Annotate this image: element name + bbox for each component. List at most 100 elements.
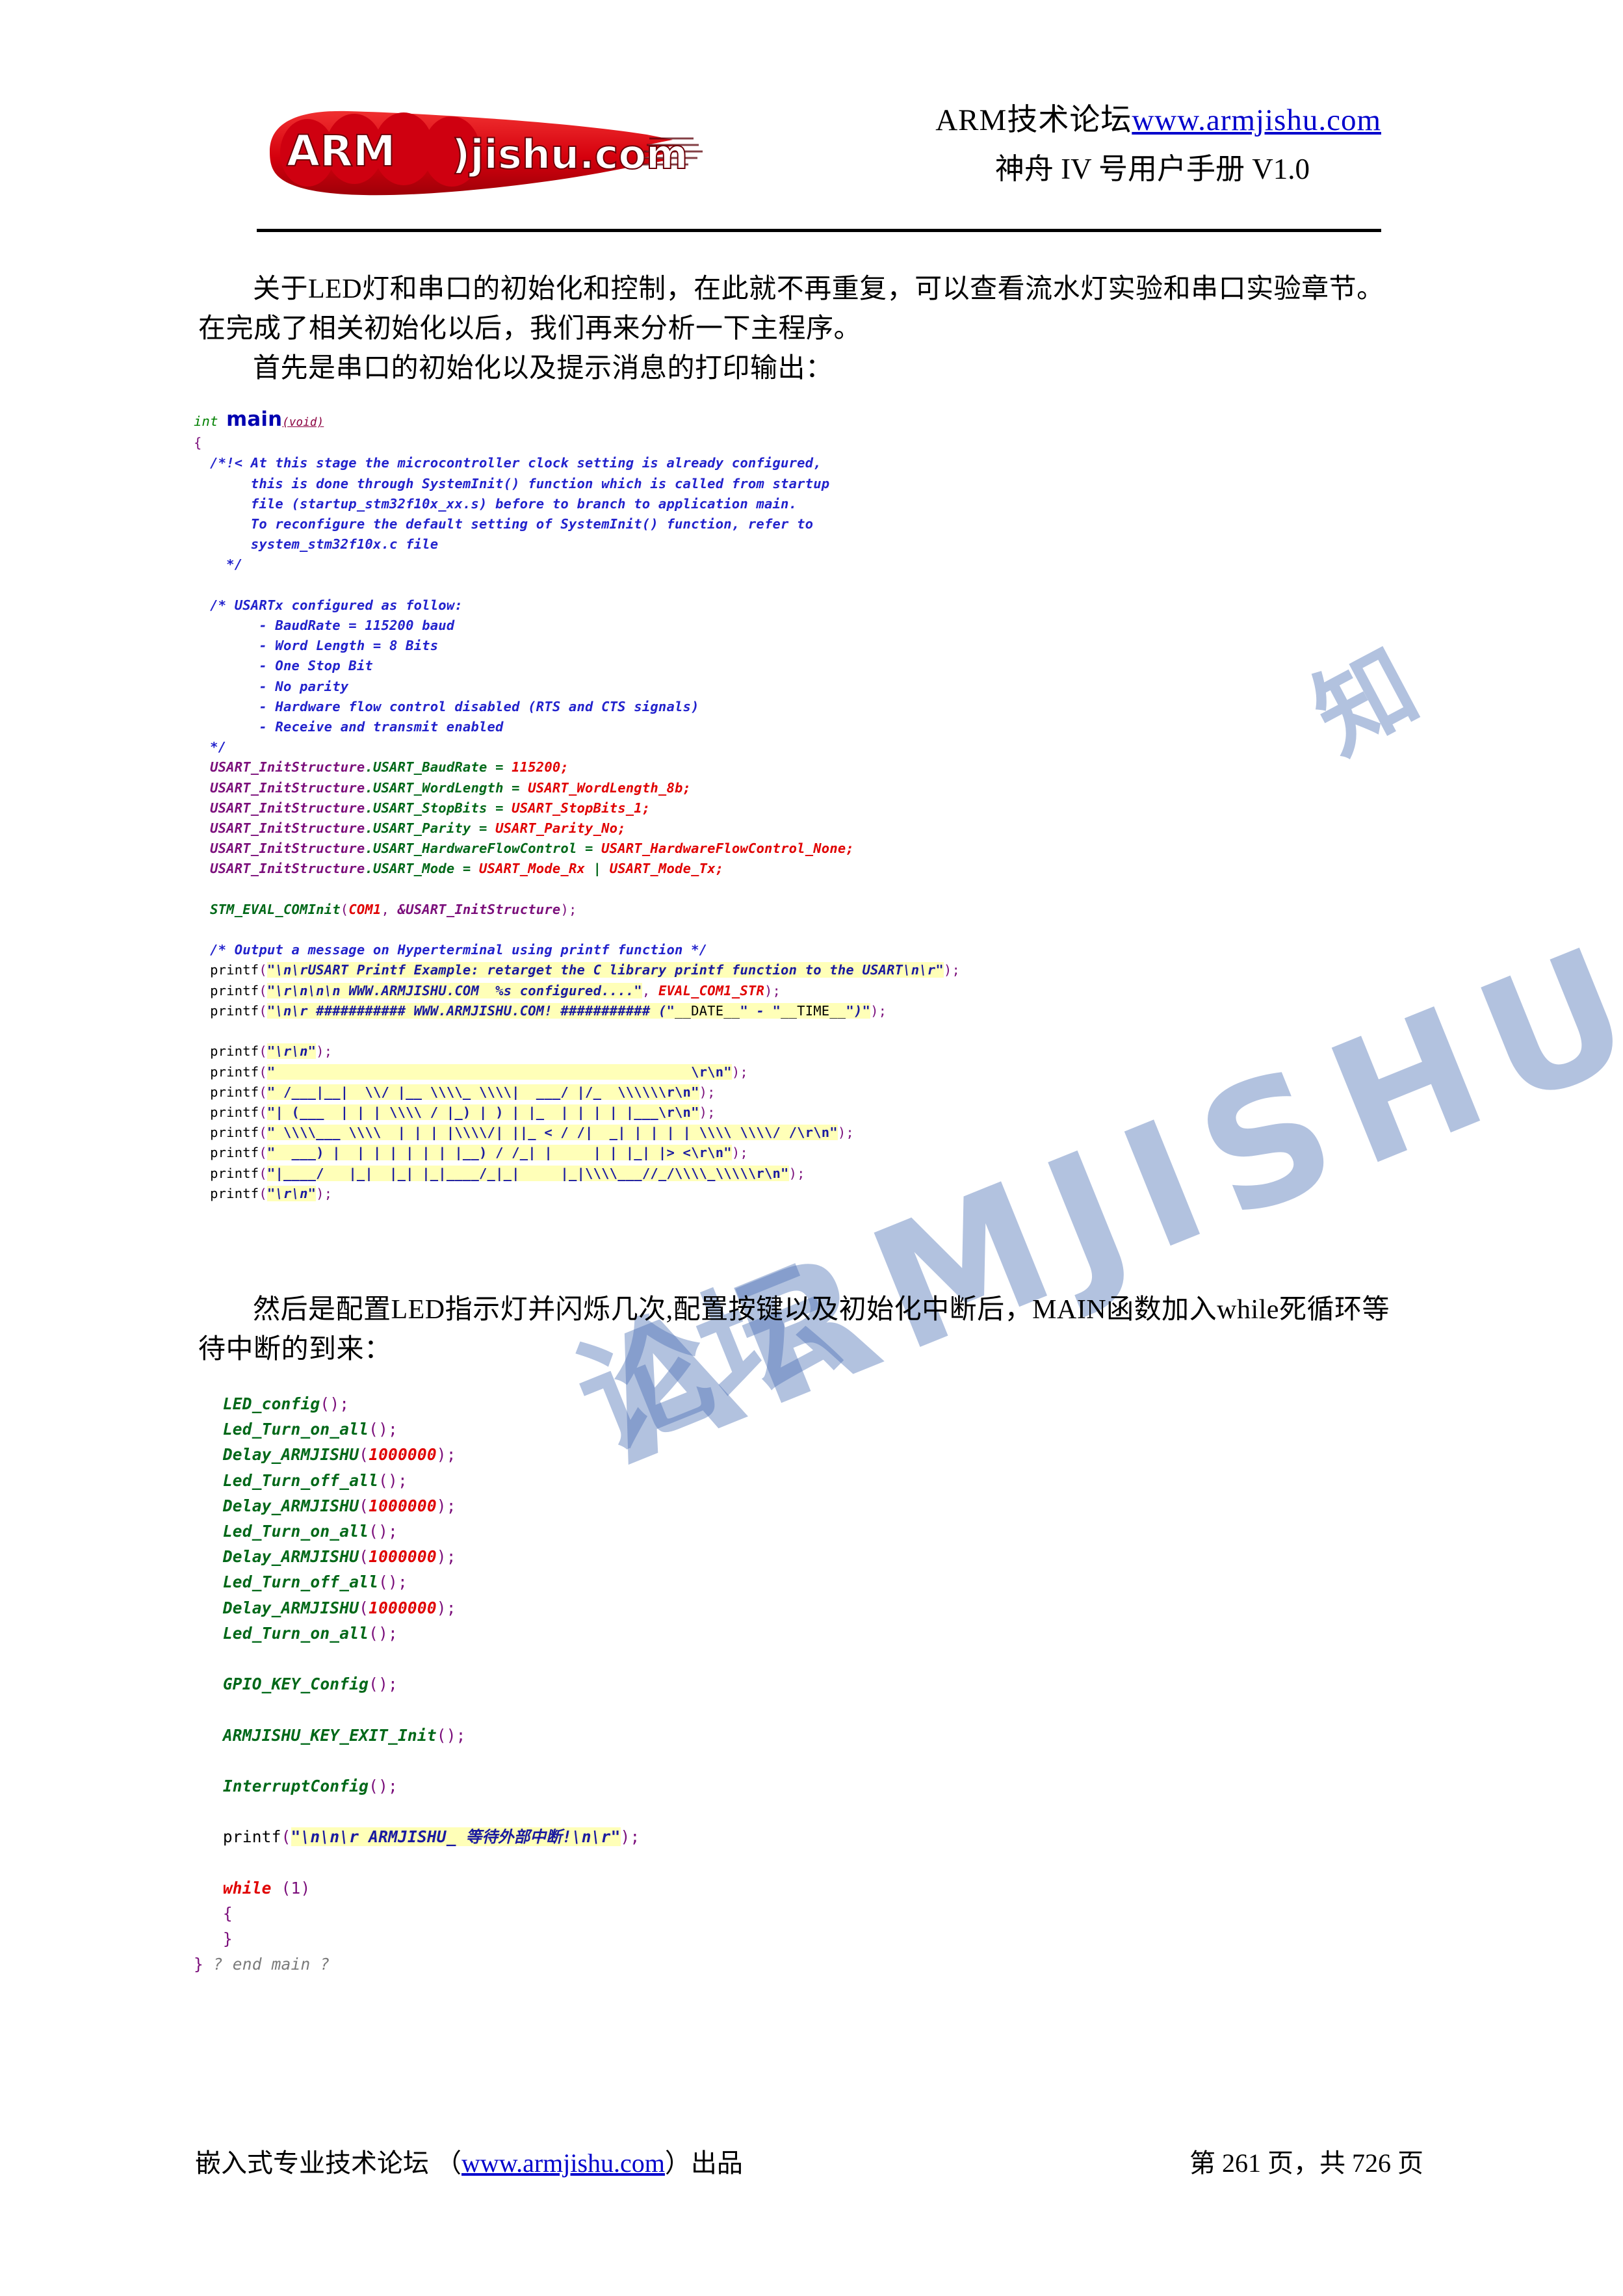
code-paren: ( — [259, 1165, 267, 1181]
code-main-close-brace: } — [194, 1955, 203, 1974]
footer-url[interactable]: www.armjishu.com — [461, 2148, 665, 2178]
code-block-usart-init: int main(void) { /*!< At this stage the … — [194, 408, 960, 1204]
code-value-stopbits: USART_StopBits_1; — [512, 800, 651, 816]
footer-page-number: 第 261 页，共 726 页 — [1189, 2148, 1423, 2178]
code-paren: ); — [870, 1002, 887, 1019]
code-paren: ( — [259, 962, 267, 978]
code-paren: ( — [259, 1084, 267, 1100]
code-arg-delay-value: 1000000 — [369, 1547, 437, 1567]
code-paren: ( — [359, 1496, 369, 1515]
code-paren: ); — [316, 1185, 333, 1201]
code-value-flowcontrol: USART_HardwareFlowControl_None; — [601, 841, 854, 857]
code-comment-output-message: /* Output a message on Hyperterminal usi… — [210, 942, 708, 958]
code-call-printf: printf — [210, 1145, 259, 1161]
code-string-waiting-interrupt: "\n\n\r ARMJISHU_ 等待外部中断!\n\r" — [291, 1827, 621, 1847]
code-call-led-config: LED_config — [222, 1394, 320, 1413]
code-paren: ( — [259, 1063, 267, 1080]
code-member-stopbits: .USART_StopBits = — [365, 800, 512, 816]
code-call-printf: printf — [210, 982, 259, 998]
code-paren: ); — [837, 1125, 854, 1141]
code-call-printf: printf — [210, 962, 259, 978]
code-paren: (); — [378, 1470, 408, 1490]
page-footer: 嵌入式专业技术论坛 （www.armjishu.com）出品 第 261 页，共… — [195, 2145, 1436, 2182]
header-divider — [257, 229, 1381, 232]
footer-forum-credit: 嵌入式专业技术论坛 （www.armjishu.com）出品 — [195, 2145, 743, 2182]
code-member-baudrate: .USART_BaudRate = — [365, 759, 512, 776]
code-call-printf: printf — [210, 1185, 259, 1201]
intro-paragraph-line2: 首先是串口的初始化以及提示消息的打印输出： — [253, 354, 833, 384]
code-call-delay-armjishu: Delay_ARMJISHU — [222, 1598, 359, 1617]
code-paren: ( — [359, 1445, 369, 1465]
code-paren: ); — [436, 1547, 456, 1567]
code-paren: ( — [359, 1547, 369, 1567]
code-paren: (); — [436, 1725, 466, 1745]
code-paren: ); — [764, 982, 781, 998]
code-ascii-art-line-3: "| (___ | | | \\\\ / |_) | ) | |_ | | | … — [266, 1104, 699, 1120]
code-paren: (); — [369, 1522, 398, 1541]
code-string-close: ")" — [846, 1002, 871, 1019]
code-keyword-int: int — [194, 413, 227, 429]
code-call-printf: printf — [210, 1002, 259, 1019]
header-forum-url[interactable]: www.armjishu.com — [1132, 103, 1381, 137]
code-ident-usart-structure: USART_InitStructure — [210, 820, 365, 837]
code-paren: ( — [259, 1145, 267, 1161]
code-while-condition: (1) — [281, 1878, 311, 1898]
code-loop-open-brace: { — [222, 1904, 233, 1924]
code-paren: ( — [259, 1125, 267, 1141]
code-paren: (); — [369, 1623, 398, 1643]
code-call-printf: printf — [210, 1104, 259, 1120]
code-call-led-turn-on-all: Led_Turn_on_all — [222, 1420, 369, 1439]
code-paren: ); — [436, 1445, 456, 1465]
code-ascii-art-line-4: " \\\\___ \\\\ | | | |\\\\/| ||_ < / /| … — [266, 1125, 838, 1141]
code-ascii-art-line-1: " \r\n" — [266, 1063, 732, 1080]
code-paren: (); — [369, 1777, 398, 1796]
code-ident-usart-structure: USART_InitStructure — [210, 861, 365, 877]
code-paren-close: ); — [560, 901, 577, 917]
watermark-right: 知 — [1296, 629, 1436, 776]
header-manual-title: 神舟 IV 号用户手册 V1.0 — [994, 153, 1310, 185]
code-value-baudrate: 115200; — [512, 759, 569, 776]
code-paren-open: ( — [340, 901, 349, 917]
code-member-mode: .USART_Mode = — [365, 861, 479, 877]
code-call-printf: printf — [210, 1043, 259, 1060]
code-call-printf: printf — [222, 1827, 281, 1847]
code-ascii-art-line-2: " /___|__| \\/ |__ \\\\_ \\\\| ___/ |/_ … — [266, 1084, 699, 1100]
code-call-led-turn-off-all: Led_Turn_off_all — [222, 1572, 379, 1592]
code-comment-clock-setting: /*!< At this stage the microcontroller c… — [210, 455, 830, 573]
code-paren: ); — [436, 1496, 456, 1515]
code-call-stm-eval-cominit: STM_EVAL_COMInit — [210, 901, 341, 917]
svg-text:ARM: ARM — [287, 126, 396, 176]
code-paren: ); — [316, 1043, 333, 1060]
code-arg-eval-com1-str: EVAL_COM1_STR — [658, 982, 764, 998]
code-arg-delay-value: 1000000 — [369, 1598, 437, 1617]
code-string-dash: " - " — [740, 1002, 781, 1019]
code-call-led-turn-off-all: Led_Turn_off_all — [222, 1470, 379, 1490]
code-ident-usart-structure: USART_InitStructure — [210, 841, 365, 857]
code-macro-date: __DATE__ — [675, 1002, 740, 1019]
code-value-mode-rx: USART_Mode_Rx — [479, 861, 593, 877]
code-paren: ); — [731, 1145, 748, 1161]
code-call-armjishu-key-exit-init: ARMJISHU_KEY_EXIT_Init — [222, 1725, 437, 1745]
code-comment-end-main: ? end main ? — [213, 1955, 330, 1974]
code-member-parity: .USART_Parity = — [365, 820, 496, 837]
led-config-paragraph: 然后是配置LED指示灯并闪烁几次,配置按键以及初始化中断后，MAIN函数加入wh… — [198, 1295, 1390, 1364]
code-value-mode-tx: USART_Mode_Tx; — [609, 861, 724, 877]
page-header: ARM )jishu.com ARM技术论坛www.armjishu.com 神… — [257, 101, 1381, 231]
code-paren: ( — [259, 982, 267, 998]
code-call-delay-armjishu: Delay_ARMJISHU — [222, 1445, 359, 1465]
code-function-main: main — [226, 408, 283, 431]
code-paren: ( — [359, 1598, 369, 1617]
code-block-main-loop: LED_config (); Led_Turn_on_all (); Delay_A… — [194, 1391, 640, 1977]
code-comma: , — [381, 901, 398, 917]
code-operator-or: | — [593, 861, 610, 877]
code-string-configured: "\r\n\n\n WWW.ARMJISHU.COM %s configured… — [266, 982, 642, 998]
code-comment-usartx-config: /* USARTx configured as follow: - BaudRa… — [210, 597, 699, 755]
code-paren: ); — [436, 1598, 456, 1617]
code-paren: ); — [731, 1063, 748, 1080]
code-arg-delay-value: 1000000 — [369, 1445, 437, 1465]
code-paren: ( — [259, 1104, 267, 1120]
code-keyword-while: while — [222, 1878, 281, 1898]
header-forum-line: ARM技术论坛www.armjishu.com — [764, 101, 1381, 140]
code-call-printf: printf — [210, 1165, 259, 1181]
intro-paragraph: 关于LED灯和串口的初始化和控制，在此就不再重复，可以查看流水灯实验和串口实验章… — [198, 270, 1388, 389]
